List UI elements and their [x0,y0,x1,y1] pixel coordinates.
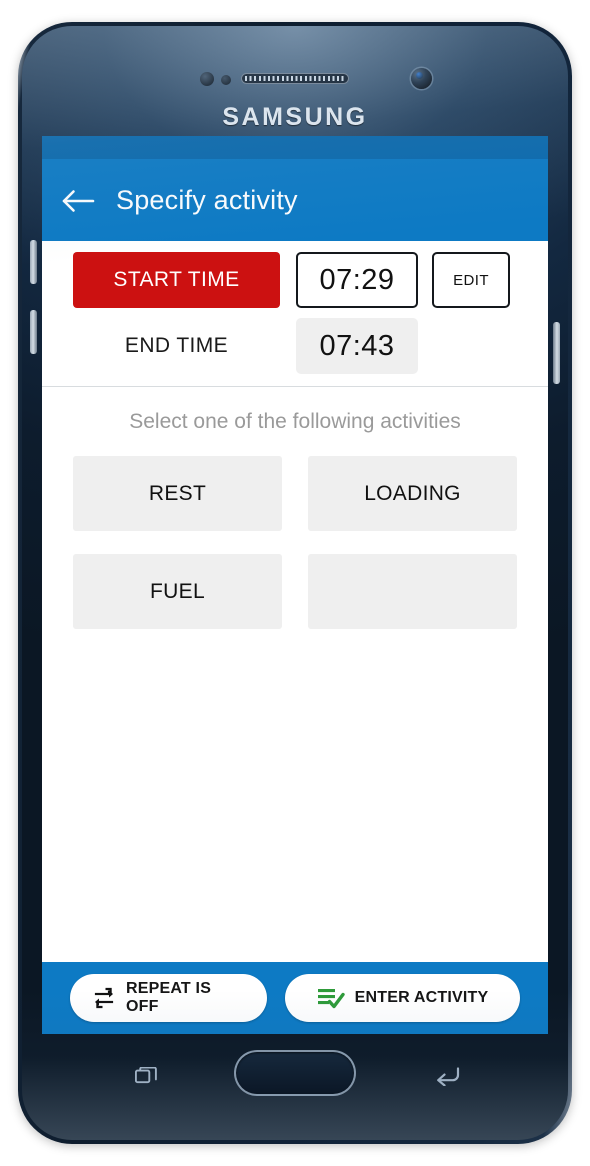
app-bar: Specify activity [42,159,548,241]
front-camera-icon [411,68,432,89]
volume-down-key[interactable] [30,310,37,354]
back-icon[interactable] [434,1066,460,1086]
end-time-row: END TIME 07:43 [42,318,548,374]
time-section: START TIME 07:29 EDIT END TIME 07:43 [42,241,548,387]
back-arrow-icon[interactable] [60,184,98,218]
repeat-toggle-label: REPEAT IS OFF [126,980,212,1015]
activity-section: Select one of the following activities R… [42,387,548,629]
start-time-row: START TIME 07:29 EDIT [42,252,548,308]
bottom-action-bar: REPEAT IS OFF ENTER ACTIVITY [42,962,548,1034]
repeat-icon [94,987,114,1009]
activity-button-loading[interactable]: LOADING [308,456,517,531]
phone-device-frame: SAMSUNG Specify activity START TIME 07:2… [18,22,572,1144]
enter-activity-label: ENTER ACTIVITY [354,989,489,1006]
enter-activity-button[interactable]: ENTER ACTIVITY [285,974,520,1022]
earpiece-speaker-icon [241,73,349,84]
proximity-sensor-icon [200,72,214,86]
samsung-brand-logo: SAMSUNG [222,103,368,131]
activity-button-fuel[interactable]: FUEL [73,554,282,629]
repeat-toggle-button[interactable]: REPEAT IS OFF [70,974,267,1022]
status-bar [42,136,548,159]
phone-screen: Specify activity START TIME 07:29 EDIT E… [42,136,548,1034]
activity-grid: REST LOADING FUEL [73,456,517,629]
volume-up-key[interactable] [30,240,37,284]
start-time-value[interactable]: 07:29 [296,252,418,308]
recents-icon[interactable] [135,1067,157,1084]
end-time-label: END TIME [124,334,229,357]
activity-button-rest[interactable]: REST [73,456,282,531]
start-time-button[interactable]: START TIME [73,252,280,308]
page-title: Specify activity [116,184,298,215]
light-sensor-icon [221,75,231,85]
power-key[interactable] [553,322,560,384]
activity-hint-text: Select one of the following activities [129,410,461,433]
end-time-value[interactable]: 07:43 [296,318,418,374]
edit-start-time-button[interactable]: EDIT [432,252,510,308]
home-button[interactable] [234,1050,356,1096]
enter-activity-icon [317,989,345,1009]
activity-button-empty [308,554,517,629]
